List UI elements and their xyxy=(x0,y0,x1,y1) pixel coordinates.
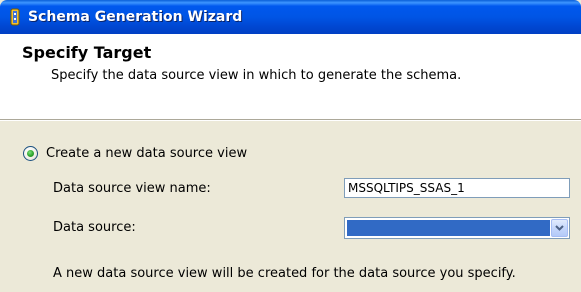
info-note: A new data source view will be created f… xyxy=(53,266,516,281)
data-source-label: Data source: xyxy=(53,220,136,235)
header-divider-highlight xyxy=(0,120,581,121)
dsv-name-label: Data source view name: xyxy=(53,181,211,196)
dsv-name-input[interactable] xyxy=(344,178,570,198)
radio-selected-dot xyxy=(27,150,34,157)
wizard-app-icon xyxy=(7,8,23,26)
wizard-window: Schema Generation Wizard Specify Target … xyxy=(0,0,581,292)
header-panel: Specify Target Specify the data source v… xyxy=(0,34,581,119)
create-new-dsv-label[interactable]: Create a new data source view xyxy=(46,146,247,161)
title-bar[interactable]: Schema Generation Wizard xyxy=(0,0,581,34)
page-subtitle: Specify the data source view in which to… xyxy=(51,68,462,83)
create-new-dsv-radio[interactable] xyxy=(23,146,39,162)
data-source-dropdown[interactable] xyxy=(344,217,570,239)
page-title: Specify Target xyxy=(22,43,152,62)
dropdown-button[interactable] xyxy=(551,219,568,237)
radio-circle xyxy=(23,146,38,161)
window-title: Schema Generation Wizard xyxy=(28,9,243,25)
data-source-selected-value xyxy=(347,220,550,236)
